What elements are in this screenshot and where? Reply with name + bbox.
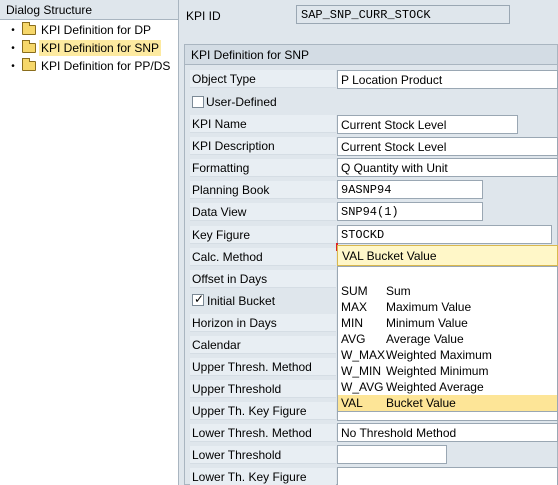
calc-method-dropdown-list: SUM Sum MAX Maximum Value MIN Minimum Va… bbox=[337, 266, 558, 412]
tree-item-kpi-ppds[interactable]: • KPI Definition for PP/DS bbox=[0, 57, 179, 75]
option-text: Bucket Value bbox=[386, 396, 456, 410]
planning-book-field[interactable]: 9ASNP94 bbox=[337, 180, 483, 199]
dropdown-option[interactable]: MAX Maximum Value bbox=[338, 299, 557, 315]
tree-item-kpi-snp[interactable]: • KPI Definition for SNP bbox=[0, 39, 179, 57]
option-code: W_MIN bbox=[341, 364, 381, 378]
calendar-label: Calendar bbox=[190, 336, 336, 354]
dialog-structure-panel: Dialog Structure • KPI Definition for DP… bbox=[0, 0, 179, 485]
object-type-label: Object Type bbox=[190, 70, 336, 88]
tree-item-label: KPI Definition for DP bbox=[41, 23, 152, 37]
option-code: W_AVG bbox=[341, 380, 384, 394]
folder-icon bbox=[22, 58, 36, 71]
tree-item-label: KPI Definition for PP/DS bbox=[41, 59, 171, 73]
tree-item-label: KPI Definition for SNP bbox=[39, 40, 162, 56]
tree-item-kpi-dp[interactable]: • KPI Definition for DP bbox=[0, 21, 179, 39]
lower-th-key-figure-label: Lower Th. Key Figure bbox=[190, 468, 336, 485]
option-code: AVG bbox=[341, 332, 366, 346]
lower-th-key-figure-field[interactable] bbox=[337, 467, 558, 485]
formatting-field[interactable]: Q Quantity with Unit bbox=[337, 158, 558, 177]
option-text: Weighted Maximum bbox=[386, 348, 492, 362]
data-view-label: Data View bbox=[190, 203, 336, 221]
dropdown-option[interactable]: MIN Minimum Value bbox=[338, 315, 557, 331]
lower-threshold-label: Lower Threshold bbox=[190, 446, 336, 464]
dialog-structure-header: Dialog Structure bbox=[0, 0, 178, 20]
lower-threshold-field[interactable] bbox=[337, 445, 447, 464]
option-text: Sum bbox=[386, 284, 411, 298]
horizon-days-label: Horizon in Days bbox=[190, 314, 336, 332]
key-figure-field[interactable]: STOCKD bbox=[337, 225, 552, 244]
user-defined-checkbox[interactable] bbox=[192, 96, 204, 108]
upper-thresh-method-label: Upper Thresh. Method bbox=[190, 358, 336, 376]
calc-method-label: Calc. Method bbox=[190, 248, 336, 266]
dropdown-option[interactable]: W_MAX Weighted Maximum bbox=[338, 347, 557, 363]
kpi-description-field[interactable]: Current Stock Level bbox=[337, 137, 558, 156]
dropdown-option[interactable]: W_MIN Weighted Minimum bbox=[338, 363, 557, 379]
formatting-label: Formatting bbox=[190, 159, 336, 177]
kpi-id-field: SAP_SNP_CURR_STOCK bbox=[296, 5, 510, 24]
calc-method-field[interactable]: VAL Bucket Value bbox=[337, 245, 558, 266]
option-code: MIN bbox=[341, 316, 363, 330]
lower-thresh-method-label: Lower Thresh. Method bbox=[190, 424, 336, 442]
kpi-name-field[interactable]: Current Stock Level bbox=[337, 115, 518, 134]
kpi-description-label: KPI Description bbox=[190, 137, 336, 155]
dropdown-option[interactable]: W_AVG Weighted Average bbox=[338, 379, 557, 395]
option-code: MAX bbox=[341, 300, 368, 314]
checkmark-icon: ✓ bbox=[194, 292, 205, 306]
user-defined-label: User-Defined bbox=[206, 95, 277, 109]
option-text: Weighted Average bbox=[386, 380, 484, 394]
option-code: SUM bbox=[341, 284, 368, 298]
kpi-id-label: KPI ID bbox=[186, 9, 221, 23]
bullet-icon: • bbox=[11, 60, 15, 72]
dropdown-option[interactable]: AVG Average Value bbox=[338, 331, 557, 347]
key-figure-label: Key Figure bbox=[190, 226, 336, 244]
option-code: VAL bbox=[341, 396, 363, 410]
option-code: W_MAX bbox=[341, 348, 386, 362]
planning-book-label: Planning Book bbox=[190, 181, 336, 199]
option-text: Weighted Minimum bbox=[386, 364, 489, 378]
lower-thresh-method-field[interactable]: No Threshold Method bbox=[337, 423, 558, 442]
object-type-field[interactable]: P Location Product bbox=[337, 70, 558, 89]
folder-icon bbox=[22, 22, 36, 35]
initial-bucket-checkbox[interactable]: ✓ bbox=[192, 292, 205, 306]
bullet-icon: • bbox=[11, 24, 15, 36]
dropdown-option[interactable]: SUM Sum bbox=[338, 283, 557, 299]
initial-bucket-label: Initial Bucket bbox=[207, 294, 276, 308]
option-text: Average Value bbox=[386, 332, 464, 346]
option-text: Minimum Value bbox=[386, 316, 468, 330]
upper-th-key-figure-label: Upper Th. Key Figure bbox=[190, 402, 336, 420]
dropdown-option-selected[interactable]: VAL Bucket Value bbox=[338, 395, 557, 411]
open-folder-icon bbox=[22, 40, 36, 53]
data-view-field[interactable]: SNP94(1) bbox=[337, 202, 483, 221]
option-text: Maximum Value bbox=[386, 300, 472, 314]
kpi-name-label: KPI Name bbox=[190, 115, 336, 133]
bullet-icon: • bbox=[11, 42, 15, 54]
offset-days-label: Offset in Days bbox=[190, 270, 336, 288]
group-title: KPI Definition for SNP bbox=[185, 45, 557, 65]
upper-threshold-label: Upper Threshold bbox=[190, 380, 336, 398]
